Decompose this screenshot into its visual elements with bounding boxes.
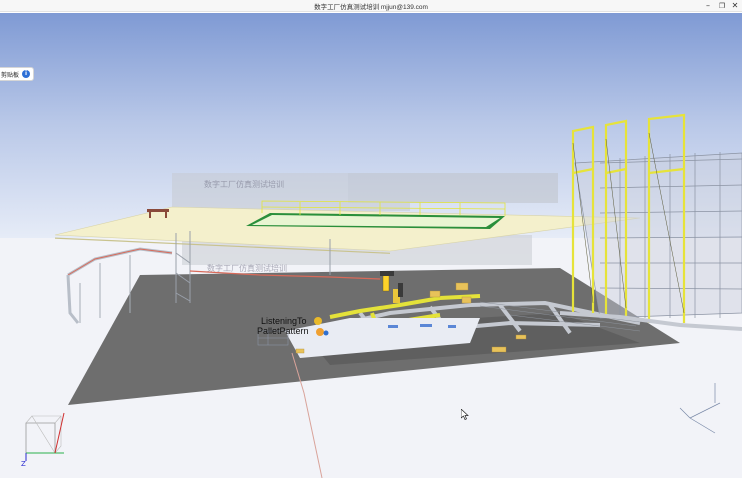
listening-to-marker <box>314 317 322 325</box>
z-axis-label: Z <box>21 460 26 468</box>
factory-scene[interactable] <box>0 13 742 478</box>
clipboard-label: 剪贴板 <box>1 72 20 79</box>
mouse-cursor-icon <box>461 409 469 420</box>
info-icon[interactable]: i <box>22 70 31 78</box>
clipboard-panel-tab[interactable]: 剪贴板 i <box>0 67 34 81</box>
3d-viewport[interactable]: 剪贴板 i 数字工厂仿真测试培训 数字工厂仿真测试培训 ListeningTo … <box>0 13 742 478</box>
minimize-icon[interactable]: – <box>702 1 714 11</box>
high-bay-rack <box>574 152 742 319</box>
pallet-pattern-marker <box>316 328 324 336</box>
title-bar: 数字工厂仿真测试培训 mjjun@139.com – ❐ ✕ <box>0 0 742 12</box>
close-icon[interactable]: ✕ <box>729 1 741 11</box>
window-title: 数字工厂仿真测试培训 mjjun@139.com <box>314 4 428 11</box>
maximize-icon[interactable]: ❐ <box>716 1 728 11</box>
